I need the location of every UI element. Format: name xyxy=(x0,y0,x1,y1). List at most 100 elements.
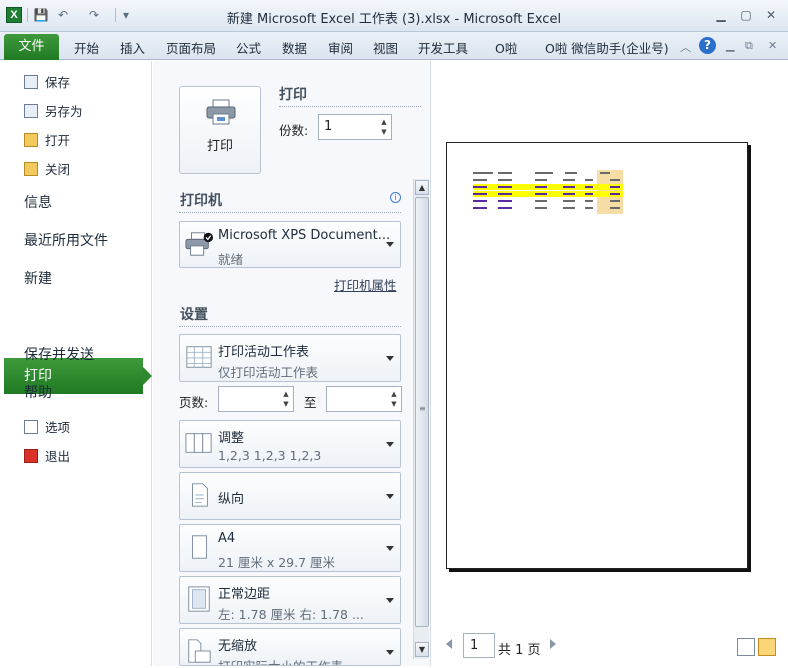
pages-to-stepper-icon[interactable]: ▲ ▼ xyxy=(389,389,399,409)
section-help[interactable]: 帮助 xyxy=(24,382,52,402)
preview-page xyxy=(446,142,748,569)
tab-view[interactable]: 视图 xyxy=(373,38,398,57)
minimize-button[interactable]: ▁ xyxy=(710,6,732,24)
current-page-input[interactable]: 1 xyxy=(463,633,495,658)
orientation-title: 纵向 xyxy=(218,492,245,507)
title-bar: X 💾 ↶ ↷ ▾ 新建 Microsoft Excel 工作表 (3).xls… xyxy=(0,0,788,32)
section-new[interactable]: 新建 xyxy=(24,268,52,288)
save-label: 保存 xyxy=(45,75,71,90)
printer-icon xyxy=(185,232,213,256)
close-command[interactable]: 关闭 xyxy=(24,159,70,178)
options-label: 选项 xyxy=(45,420,71,435)
tab-page-layout[interactable]: 页面布局 xyxy=(166,38,216,57)
print-button[interactable]: 打印 xyxy=(179,86,261,174)
exit-command[interactable]: 退出 xyxy=(24,446,70,465)
collapse-ribbon-icon[interactable]: ︿ xyxy=(680,39,691,55)
print-settings-panel: 打印 打印 份数: 1 ▲ ▼ 打印机 i Microsoft XPS Docum… xyxy=(153,61,431,666)
previous-page-icon[interactable] xyxy=(446,639,452,649)
options-icon xyxy=(24,420,38,434)
copies-label: 份数: xyxy=(279,123,309,138)
tab-home[interactable]: 开始 xyxy=(74,38,99,57)
settings-scrollbar[interactable]: ▲ ≡ ▼ xyxy=(413,179,429,659)
print-what-subtitle: 仅打印活动工作表 xyxy=(218,365,319,380)
print-heading: 打印 xyxy=(279,87,307,103)
pages-from-input[interactable]: ▲ ▼ xyxy=(218,386,294,412)
sheet-icon xyxy=(186,346,212,368)
open-folder-icon xyxy=(24,133,38,147)
copies-input[interactable]: 1 ▲ ▼ xyxy=(318,114,392,140)
exit-icon xyxy=(24,449,38,463)
scrollbar-thumb[interactable]: ≡ xyxy=(415,197,429,627)
tab-review[interactable]: 审阅 xyxy=(328,38,353,57)
save-icon xyxy=(24,75,38,89)
next-page-icon[interactable] xyxy=(550,639,556,649)
print-what-dropdown[interactable]: 打印活动工作表 仅打印活动工作表 xyxy=(179,334,401,382)
show-margins-icon[interactable] xyxy=(737,638,755,656)
options-command[interactable]: 选项 xyxy=(24,417,70,436)
maximize-button[interactable]: ▢ xyxy=(735,6,757,24)
paper-size-icon xyxy=(192,535,207,559)
save-as-label: 另存为 xyxy=(45,104,83,119)
copies-value: 1 xyxy=(324,119,333,134)
zoom-to-page-icon[interactable] xyxy=(758,638,776,656)
divider xyxy=(179,212,401,213)
collation-subtitle: 1,2,3 1,2,3 1,2,3 xyxy=(218,448,322,463)
portrait-icon xyxy=(192,483,208,507)
section-save-send[interactable]: 保存并发送 xyxy=(24,344,94,364)
save-as-icon xyxy=(24,104,38,118)
doc-restore-icon[interactable]: ⧉ xyxy=(745,39,753,53)
printer-status: 就绪 xyxy=(218,252,244,267)
divider xyxy=(179,326,401,327)
printer-properties-link[interactable]: 打印机属性 xyxy=(334,275,397,294)
printer-name: Microsoft XPS Document... xyxy=(218,228,391,243)
chevron-down-icon xyxy=(386,598,394,603)
chevron-down-icon xyxy=(386,442,394,447)
pages-from-stepper-icon[interactable]: ▲ ▼ xyxy=(281,389,291,409)
chevron-down-icon xyxy=(386,650,394,655)
print-what-title: 打印活动工作表 xyxy=(218,345,310,360)
save-command[interactable]: 保存 xyxy=(24,72,70,91)
sheet-thumbnail xyxy=(473,170,623,214)
printer-dropdown[interactable]: Microsoft XPS Document... 就绪 xyxy=(179,221,401,268)
scaling-title: 无缩放 xyxy=(218,639,258,654)
tab-developer[interactable]: 开发工具 xyxy=(418,38,468,57)
tab-ola-wechat[interactable]: O啦 微信助手(企业号) xyxy=(545,38,669,57)
collation-dropdown[interactable]: 调整 1,2,3 1,2,3 1,2,3 xyxy=(179,420,401,468)
help-icon[interactable]: ? xyxy=(699,37,716,54)
chevron-down-icon xyxy=(386,546,394,551)
tab-ola[interactable]: O啦 xyxy=(495,38,517,57)
backstage-nav: 保存 另存为 打开 关闭 信息 最近所用文件 新建 打印 保存并发送 帮助 选项… xyxy=(4,61,152,666)
section-recent[interactable]: 最近所用文件 xyxy=(24,230,108,250)
scroll-up-icon[interactable]: ▲ xyxy=(415,180,429,195)
copies-stepper-icon[interactable]: ▲ ▼ xyxy=(379,117,389,137)
open-label: 打开 xyxy=(45,133,71,148)
ribbon-tabs: 文件 开始 插入 页面布局 公式 数据 审阅 视图 开发工具 O啦 O啦 微信助… xyxy=(0,32,788,60)
print-button-label: 打印 xyxy=(206,139,233,154)
scroll-down-icon[interactable]: ▼ xyxy=(415,642,429,657)
margins-dropdown[interactable]: 正常边距 左: 1.78 厘米 右: 1.78 ... xyxy=(179,576,401,624)
section-info[interactable]: 信息 xyxy=(24,192,52,212)
divider xyxy=(279,106,421,107)
scaling-dropdown[interactable]: 无缩放 打印实际大小的工作表 xyxy=(179,628,401,666)
close-folder-icon xyxy=(24,162,38,176)
tab-data[interactable]: 数据 xyxy=(282,38,307,57)
doc-close-icon[interactable]: ✕ xyxy=(768,39,777,52)
paper-size-dropdown[interactable]: A4 21 厘米 x 29.7 厘米 xyxy=(179,524,401,572)
scaling-icon xyxy=(188,639,211,663)
pages-to-input[interactable]: ▲ ▼ xyxy=(326,386,402,412)
printer-heading: 打印机 xyxy=(180,193,222,209)
tab-formulas[interactable]: 公式 xyxy=(236,38,261,57)
scaling-subtitle: 打印实际大小的工作表 xyxy=(218,656,343,665)
save-as-command[interactable]: 另存为 xyxy=(24,101,83,120)
total-pages: 共 1 页 xyxy=(498,643,541,658)
pages-to-label: 至 xyxy=(304,395,317,410)
tab-file[interactable]: 文件 xyxy=(4,34,59,60)
orientation-dropdown[interactable]: 纵向 xyxy=(179,472,401,520)
tab-insert[interactable]: 插入 xyxy=(120,38,145,57)
open-command[interactable]: 打开 xyxy=(24,130,70,149)
paper-size-subtitle: 21 厘米 x 29.7 厘米 xyxy=(218,555,336,570)
close-button[interactable]: ✕ xyxy=(760,6,782,24)
info-icon[interactable]: i xyxy=(390,192,401,203)
doc-minimize-icon[interactable]: ▁ xyxy=(726,39,734,52)
window-title: 新建 Microsoft Excel 工作表 (3).xlsx - Micros… xyxy=(226,12,562,27)
